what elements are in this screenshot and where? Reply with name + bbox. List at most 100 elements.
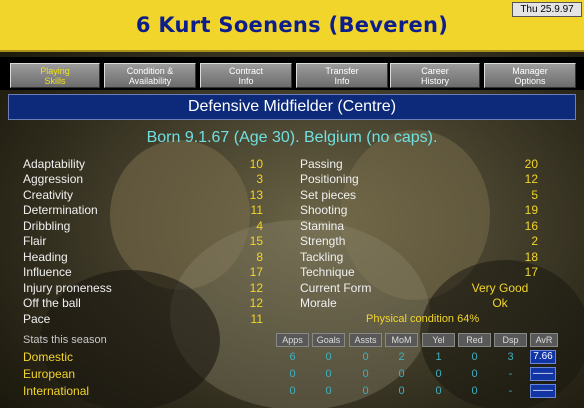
attribute-value: 5 [531, 188, 538, 202]
stats-row-domestic: Domestic [23, 350, 74, 364]
tab-contract-info[interactable]: Contract Info [200, 63, 292, 88]
tab-label: History [420, 76, 449, 86]
attribute-value: 13 [249, 188, 263, 202]
tab-label: Career [421, 66, 449, 76]
tab-label: Skills [44, 76, 66, 86]
tab-manager-options[interactable]: Manager Options [484, 63, 576, 88]
attribute-row: Influence 17 [23, 265, 263, 280]
attribute-row: Passing 20 [300, 157, 538, 172]
tab-label: Transfer [325, 66, 359, 76]
attribute-label: Shooting [300, 203, 348, 217]
attribute-value: 3 [256, 172, 263, 186]
attribute-value: 19 [524, 203, 538, 217]
attribute-row: Creativity 13 [23, 188, 263, 203]
stats-header-avr: AvR [530, 333, 558, 347]
attribute-value: 4 [256, 219, 263, 233]
page-title: 6 Kurt Soenens (Beveren) [135, 13, 449, 37]
attribute-value: 20 [524, 157, 538, 171]
attribute-label: Adaptability [23, 157, 86, 171]
attribute-label: Dribbling [23, 219, 71, 233]
stat-cell: 0 [325, 385, 332, 397]
tab-career-history[interactable]: Career History [390, 63, 480, 88]
avr-box: —— [530, 384, 556, 398]
attribute-row: Strength 2 [300, 234, 538, 249]
attribute-row: Injury proneness 12 [23, 281, 263, 296]
stat-cell: 1 [435, 351, 442, 363]
attribute-row: Heading 8 [23, 250, 263, 265]
attribute-row: Shooting 19 [300, 203, 538, 218]
attribute-value: 12 [524, 172, 538, 186]
tab-label: Info [238, 76, 254, 86]
stats-row-international: International [23, 384, 90, 398]
stat-cell: 0 [471, 351, 478, 363]
avr-box: —— [530, 367, 556, 381]
attribute-label: Tackling [300, 250, 344, 264]
attribute-value: 15 [249, 234, 263, 248]
attribute-label: Set pieces [300, 188, 357, 202]
morale-row: Morale Ok [300, 296, 538, 311]
stats-header-goals: Goals [312, 333, 345, 347]
stat-cell: 0 [471, 368, 478, 380]
stats-header-apps: Apps [276, 333, 309, 347]
attribute-row: Set pieces 5 [300, 188, 538, 203]
tab-label: Options [514, 76, 546, 86]
attribute-value: 10 [249, 157, 263, 171]
stat-cell: 0 [325, 351, 332, 363]
attribute-row: Adaptability 10 [23, 157, 263, 172]
stats-header-dsp: Dsp [494, 333, 527, 347]
attribute-value: 17 [524, 265, 538, 279]
attribute-value: 17 [249, 265, 263, 279]
stats-header-mom: MoM [385, 333, 418, 347]
attribute-row: Stamina 16 [300, 219, 538, 234]
attribute-value: 11 [250, 312, 263, 326]
tab-label: Manager [512, 66, 548, 76]
position-bar: Defensive Midfielder (Centre) [8, 94, 576, 120]
stat-cell: 0 [435, 368, 442, 380]
stats-header-assists: Assts [349, 333, 382, 347]
stat-cell: 2 [398, 351, 405, 363]
form-row: Current Form Very Good [300, 281, 538, 296]
attribute-label: Creativity [23, 188, 74, 202]
attribute-row: Tackling 18 [300, 250, 538, 265]
birth-info: Born 9.1.67 (Age 30). Belgium (no caps). [146, 129, 438, 146]
tab-label: Playing [40, 66, 70, 76]
physical-condition: Physical condition 64% [366, 313, 480, 325]
attribute-label: Influence [23, 265, 72, 279]
title-bar: 6 Kurt Soenens (Beveren) Thu 25.9.97 [0, 0, 584, 52]
attribute-label: Pace [23, 312, 51, 326]
stat-cell: - [508, 385, 513, 397]
attribute-value: 2 [531, 234, 538, 248]
attribute-label: Morale [300, 296, 337, 310]
stat-cell: 0 [325, 368, 332, 380]
attribute-label: Aggression [23, 172, 84, 186]
attribute-label: Passing [300, 157, 343, 171]
stats-header-red: Red [458, 333, 491, 347]
tab-playing-skills[interactable]: Playing Skills [10, 63, 100, 88]
current-form-value: Very Good [471, 281, 529, 295]
stats-row-european: European [23, 367, 76, 381]
avr-box: 7.66 [530, 350, 556, 364]
tab-condition-availability[interactable]: Condition & Availability [104, 63, 196, 88]
tab-transfer-info[interactable]: Transfer Info [296, 63, 388, 88]
attribute-label: Stamina [300, 219, 345, 233]
stat-cell: 0 [289, 368, 296, 380]
attribute-value: 12 [249, 296, 263, 310]
attribute-row: Pace 11 [23, 312, 263, 327]
stat-cell: 0 [289, 385, 296, 397]
tab-label: Contract [228, 66, 263, 76]
attribute-label: Strength [300, 234, 346, 248]
attribute-label: Positioning [300, 172, 359, 186]
stat-cell: 0 [398, 385, 405, 397]
attribute-value: 8 [256, 250, 263, 264]
attribute-label: Off the ball [23, 296, 81, 310]
attribute-row: Technique 17 [300, 265, 538, 280]
player-profile-screen: 6 Kurt Soenens (Beveren) Thu 25.9.97 Pla… [0, 0, 584, 408]
stat-cell: 0 [362, 368, 369, 380]
stats-header-yellow: Yel [422, 333, 455, 347]
stat-cell: 0 [398, 368, 405, 380]
attribute-label: Technique [300, 265, 355, 279]
stat-cell: 0 [362, 351, 369, 363]
stat-cell: 0 [471, 385, 478, 397]
stat-cell: - [508, 368, 513, 380]
stat-cell: 0 [435, 385, 442, 397]
